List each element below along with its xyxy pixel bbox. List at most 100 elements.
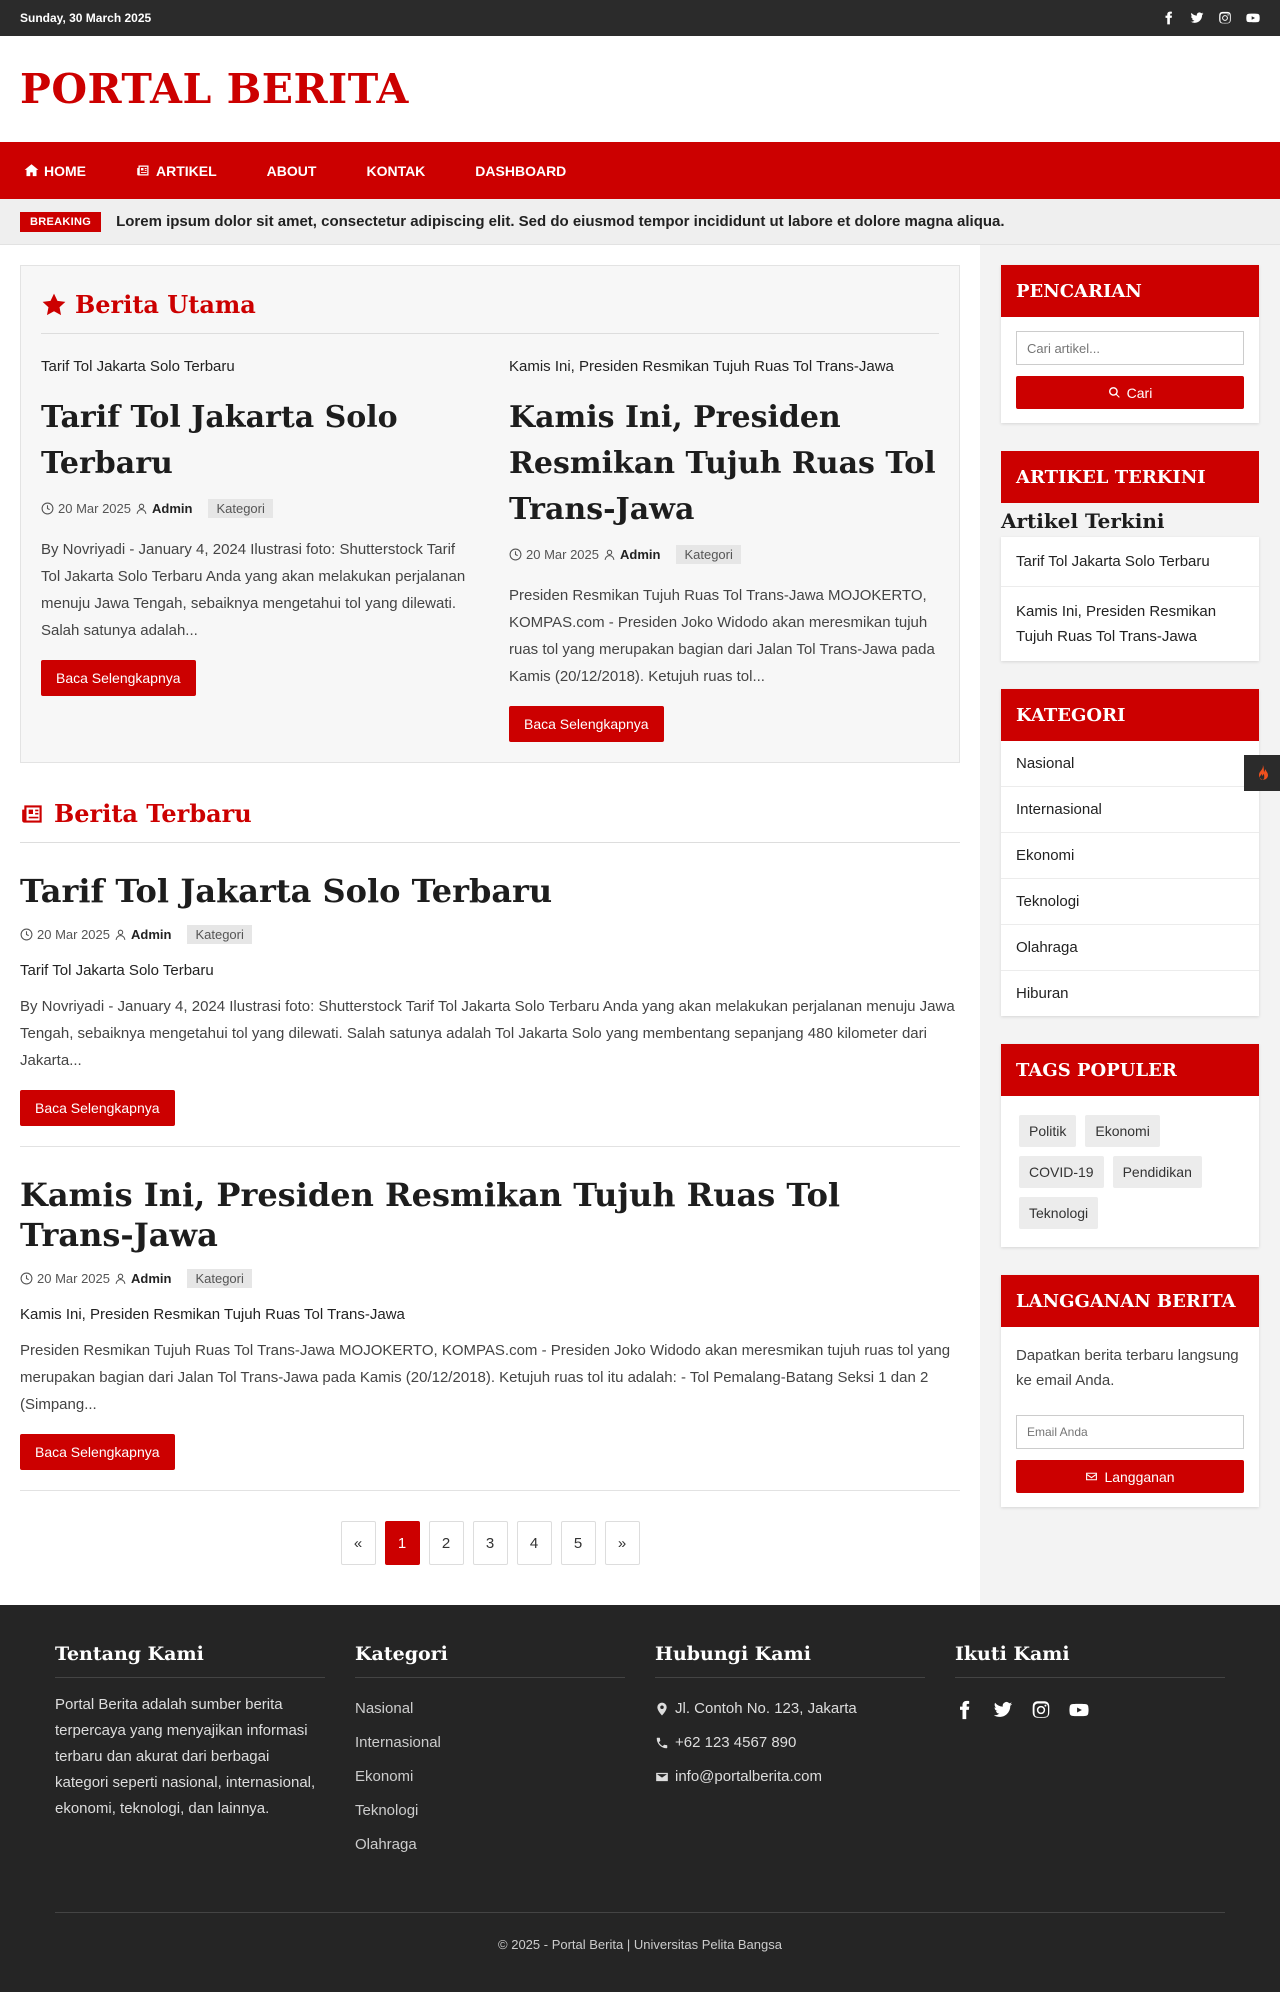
youtube-icon[interactable] <box>1246 11 1260 25</box>
category-link-ekonomi[interactable]: Ekonomi <box>1001 833 1259 879</box>
category-link-olahraga[interactable]: Olahraga <box>1001 925 1259 971</box>
site-header: PORTAL BERITA <box>0 36 1280 142</box>
category-link-hiburan[interactable]: Hiburan <box>1001 971 1259 1016</box>
footer-category-link[interactable]: Internasional <box>355 1726 625 1760</box>
site-logo[interactable]: PORTAL BERITA <box>20 65 409 113</box>
category-link-internasional[interactable]: Internasional <box>1001 787 1259 833</box>
twitter-icon[interactable] <box>993 1700 1013 1725</box>
footer-follow-title: Ikuti Kami <box>955 1643 1225 1678</box>
footer-about: Tentang Kami Portal Berita adalah sumber… <box>55 1643 325 1862</box>
footer-email: info@portalberita.com <box>655 1760 925 1794</box>
tag-ekonomi[interactable]: Ekonomi <box>1085 1115 1160 1147</box>
footer-phone: +62 123 4567 890 <box>655 1726 925 1760</box>
tag-politik[interactable]: Politik <box>1019 1115 1077 1147</box>
envelope-icon <box>1086 1472 1098 1481</box>
article-meta: 20 Mar 2025 Admin Kategori <box>20 925 960 944</box>
pagination-page-1[interactable]: 1 <box>384 1521 420 1565</box>
read-more-button[interactable]: Baca Selengkapnya <box>509 706 664 742</box>
article-date: 20 Mar 2025 <box>37 1271 110 1286</box>
article-title[interactable]: Tarif Tol Jakarta Solo Terbaru <box>41 395 471 487</box>
footer-address-text: Jl. Contoh No. 123, Jakarta <box>675 1700 857 1717</box>
search-button[interactable]: Cari <box>1016 376 1244 409</box>
category-link-nasional[interactable]: Nasional <box>1001 741 1259 787</box>
clock-icon <box>20 1272 33 1285</box>
article-excerpt: By Novriyadi - January 4, 2024 Ilustrasi… <box>41 541 466 639</box>
user-icon <box>136 503 147 514</box>
article-kicker: Kamis Ini, Presiden Resmikan Tujuh Ruas … <box>509 358 894 375</box>
article-excerpt: Presiden Resmikan Tujuh Ruas Tol Trans-J… <box>20 1342 951 1413</box>
pagination-page-4[interactable]: 4 <box>516 1521 552 1565</box>
tag-teknologi[interactable]: Teknologi <box>1019 1197 1099 1229</box>
category-link-teknologi[interactable]: Teknologi <box>1001 879 1259 925</box>
article-meta: 20 Mar 2025 Admin Kategori <box>20 1269 960 1288</box>
clock-icon <box>41 502 54 515</box>
recent-articles-widget: ARTIKEL TERKINI Artikel Terkini Tarif To… <box>1001 451 1259 661</box>
read-more-button[interactable]: Baca Selengkapnya <box>20 1090 175 1126</box>
featured-title: Berita Utama <box>75 290 256 319</box>
nav-home[interactable]: HOME <box>24 163 86 179</box>
read-more-button[interactable]: Baca Selengkapnya <box>41 660 196 696</box>
read-more-button[interactable]: Baca Selengkapnya <box>20 1434 175 1470</box>
pagination-next[interactable]: » <box>604 1521 640 1565</box>
youtube-icon[interactable] <box>1069 1700 1089 1725</box>
pagination-page-5[interactable]: 5 <box>560 1521 596 1565</box>
footer-categories-title: Kategori <box>355 1643 625 1678</box>
tag-covid-19[interactable]: COVID-19 <box>1019 1156 1104 1188</box>
footer-category-link[interactable]: Teknologi <box>355 1794 625 1828</box>
footer-follow: Ikuti Kami <box>955 1643 1225 1862</box>
current-date: Sunday, 30 March 2025 <box>20 11 152 25</box>
main-content: Berita Utama Tarif Tol Jakarta Solo Terb… <box>0 245 980 1605</box>
footer-category-link[interactable]: Ekonomi <box>355 1760 625 1794</box>
footer-email-text[interactable]: info@portalberita.com <box>675 1760 822 1794</box>
newspaper-icon <box>137 165 149 176</box>
nav-about[interactable]: ABOUT <box>267 163 317 179</box>
footer-category-link[interactable]: Nasional <box>355 1692 625 1726</box>
nav-kontak[interactable]: KONTAK <box>366 163 425 179</box>
footer-phone-text: +62 123 4567 890 <box>675 1734 797 1751</box>
recent-widget-title: ARTIKEL TERKINI <box>1001 451 1259 503</box>
email-field[interactable] <box>1016 1415 1244 1449</box>
recent-article-link[interactable]: Tarif Tol Jakarta Solo Terbaru <box>1001 537 1259 587</box>
article-title[interactable]: Kamis Ini, Presiden Resmikan Tujuh Ruas … <box>20 1175 960 1255</box>
article-title[interactable]: Kamis Ini, Presiden Resmikan Tujuh Ruas … <box>509 395 939 533</box>
featured-article: Tarif Tol Jakarta Solo Terbaru Tarif Tol… <box>41 358 471 742</box>
instagram-icon[interactable] <box>1031 1700 1051 1725</box>
top-social-links <box>1162 11 1260 25</box>
facebook-icon[interactable] <box>955 1700 975 1725</box>
footer-category-link[interactable]: Olahraga <box>355 1828 625 1862</box>
newsletter-text: Dapatkan berita terbaru langsung ke emai… <box>1016 1347 1239 1389</box>
breaking-text[interactable]: Lorem ipsum dolor sit amet, consectetur … <box>116 213 1004 230</box>
subscribe-button[interactable]: Langganan <box>1016 1460 1244 1493</box>
article-author: Admin <box>131 1271 172 1286</box>
envelope-icon <box>656 1772 668 1782</box>
article-author: Admin <box>131 927 172 942</box>
article-title[interactable]: Tarif Tol Jakarta Solo Terbaru <box>20 871 960 911</box>
twitter-icon[interactable] <box>1190 11 1204 25</box>
tag-pendidikan[interactable]: Pendidikan <box>1112 1156 1202 1188</box>
nav-artikel-label: ARTIKEL <box>156 162 217 179</box>
pagination-page-2[interactable]: 2 <box>428 1521 464 1565</box>
clock-icon <box>509 548 522 561</box>
article-excerpt: Presiden Resmikan Tujuh Ruas Tol Trans-J… <box>509 587 935 685</box>
article-date: 20 Mar 2025 <box>37 927 110 942</box>
article-category[interactable]: Kategori <box>187 925 252 944</box>
search-input[interactable] <box>1016 331 1244 365</box>
article-date: 20 Mar 2025 <box>58 501 131 516</box>
recent-subtitle: Artikel Terkini <box>1001 503 1259 537</box>
article-excerpt: By Novriyadi - January 4, 2024 Ilustrasi… <box>20 998 955 1069</box>
user-icon <box>604 549 615 560</box>
search-button-label: Cari <box>1126 384 1153 401</box>
nav-dashboard[interactable]: DASHBOARD <box>475 163 566 179</box>
article-category[interactable]: Kategori <box>208 499 273 518</box>
facebook-icon[interactable] <box>1162 11 1176 25</box>
nav-artikel[interactable]: ARTIKEL <box>136 163 217 179</box>
article-category[interactable]: Kategori <box>676 545 741 564</box>
newspaper-icon <box>22 804 42 823</box>
instagram-icon[interactable] <box>1218 11 1232 25</box>
latest-article: Tarif Tol Jakarta Solo Terbaru 20 Mar 20… <box>20 843 960 1147</box>
pagination-prev[interactable]: « <box>340 1521 376 1565</box>
article-category[interactable]: Kategori <box>187 1269 252 1288</box>
pagination-page-3[interactable]: 3 <box>472 1521 508 1565</box>
trending-button[interactable] <box>1244 755 1280 791</box>
recent-article-link[interactable]: Kamis Ini, Presiden Resmikan Tujuh Ruas … <box>1001 587 1259 661</box>
